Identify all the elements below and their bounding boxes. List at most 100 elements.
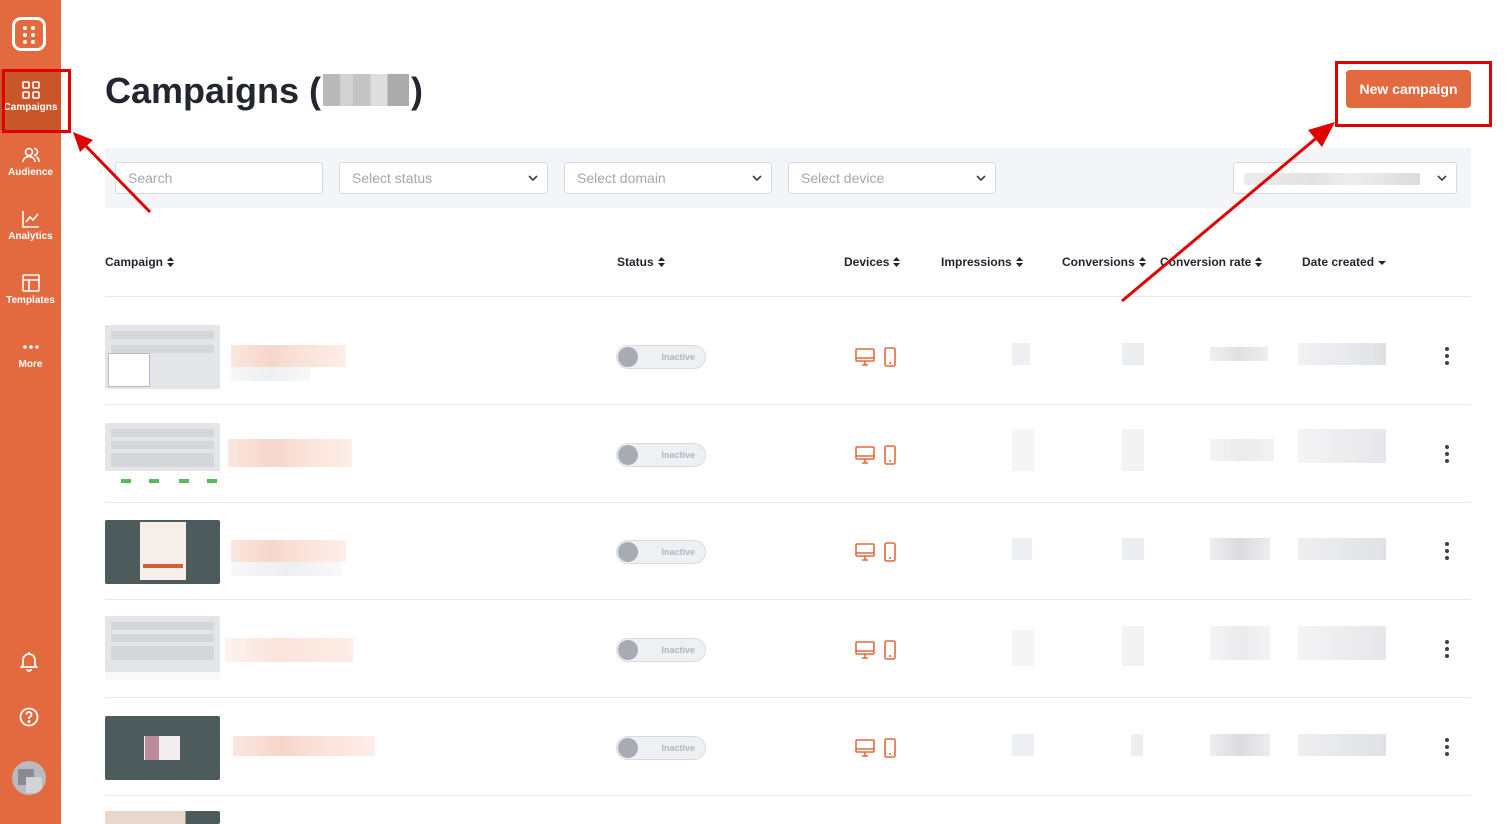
conversion-rate-redacted [1210,439,1274,461]
annotation-box-campaigns [2,69,71,133]
campaign-thumbnail[interactable] [105,811,220,824]
toggle-knob [618,347,638,367]
campaign-thumbnail[interactable] [105,616,220,680]
campaign-thumbnail[interactable] [105,520,220,584]
mobile-icon [884,738,896,758]
column-header-devices[interactable]: Devices [844,255,901,269]
sidebar-item-label: More [18,359,43,370]
status-toggle[interactable]: Inactive [616,540,706,564]
table-row[interactable] [105,796,1471,824]
sidebar-item-analytics[interactable]: Analytics [0,199,61,259]
account-select[interactable] [1233,162,1457,194]
chevron-down-icon [528,175,538,182]
date-created-redacted [1298,734,1386,756]
conversions-redacted [1131,734,1143,756]
arrow-head-new-campaign [1308,122,1335,147]
sidebar-item-audience[interactable]: Audience [0,135,61,195]
conversions-redacted [1122,343,1144,365]
campaign-thumbnail[interactable] [105,325,220,389]
table-row[interactable]: Inactive [105,698,1471,796]
avatar[interactable] [12,761,46,795]
campaign-name-redacted[interactable] [233,736,375,756]
toggle-knob [618,445,638,465]
mobile-icon [884,640,896,660]
column-header-conversion-rate[interactable]: Conversion rate [1160,255,1263,269]
template-icon [21,274,40,292]
filter-bar: Select status Select domain Select devic… [105,148,1471,208]
impressions-redacted [1012,343,1030,365]
status-label: Inactive [661,450,695,460]
campaign-thumbnail[interactable] [105,423,220,487]
date-created-redacted [1298,538,1386,560]
table-row[interactable]: Inactive [105,502,1471,600]
column-header-campaign[interactable]: Campaign [105,255,175,269]
annotation-box-new-campaign [1335,61,1492,127]
search-input[interactable] [115,162,323,194]
status-toggle[interactable]: Inactive [616,345,706,369]
row-actions-kebab-icon[interactable] [1443,445,1451,465]
status-label: Inactive [661,645,695,655]
device-select[interactable]: Select device [788,162,996,194]
status-label: Inactive [661,547,695,557]
campaign-name-redacted[interactable] [225,638,353,662]
page-title: Campaigns () [105,70,424,111]
chevron-down-icon [752,175,762,182]
table-row[interactable]: Inactive [105,405,1471,503]
status-toggle[interactable]: Inactive [616,443,706,467]
mobile-icon [884,542,896,562]
desktop-icon [855,446,875,464]
status-select-placeholder: Select status [352,170,433,186]
campaign-subtitle-redacted [231,562,341,576]
column-header-date-created[interactable]: Date created [1302,255,1387,269]
mobile-icon [884,445,896,465]
campaign-name-redacted[interactable] [228,439,352,467]
column-header-conversions[interactable]: Conversions [1062,255,1146,269]
sidebar-item-label: Analytics [8,231,53,242]
sidebar-item-label: Templates [6,295,55,306]
column-header-status[interactable]: Status [617,255,665,269]
chart-line-icon [21,211,39,228]
row-actions-kebab-icon[interactable] [1443,738,1451,758]
row-actions-kebab-icon[interactable] [1443,640,1451,660]
status-label: Inactive [661,743,695,753]
table-row[interactable]: Inactive [105,600,1471,698]
sort-icon [1138,257,1146,267]
conversion-rate-redacted [1210,538,1270,560]
row-actions-kebab-icon[interactable] [1443,542,1451,562]
campaign-name-redacted[interactable] [231,345,346,367]
bell-icon[interactable] [18,650,40,672]
sidebar-item-label: Audience [7,167,53,178]
sidebar-item-templates[interactable]: Templates [0,263,61,323]
chevron-down-icon [976,175,986,182]
campaign-subtitle-redacted [231,367,311,381]
toggle-knob [618,738,638,758]
desktop-icon [855,348,875,366]
help-icon[interactable] [18,706,40,728]
date-created-redacted [1298,429,1386,463]
table-row[interactable]: Inactive [105,307,1471,405]
sort-icon [1015,257,1023,267]
domain-select[interactable]: Select domain [564,162,772,194]
campaign-count-redacted [323,74,410,106]
conversion-rate-redacted [1210,347,1268,361]
campaign-name-redacted[interactable] [231,540,346,562]
more-dots-icon [22,345,39,349]
status-toggle[interactable]: Inactive [616,638,706,662]
campaign-thumbnail[interactable] [105,716,220,780]
mobile-icon [884,347,896,367]
toggle-knob [618,542,638,562]
impressions-redacted [1012,538,1032,560]
account-select-redacted [1244,173,1420,185]
app-logo-icon[interactable] [12,17,46,51]
status-select[interactable]: Select status [339,162,548,194]
users-icon [21,147,40,163]
sort-icon [657,257,665,267]
sort-icon [1255,257,1263,267]
sidebar-item-more[interactable]: More [0,327,61,387]
conversions-redacted [1122,626,1144,666]
desktop-icon [855,739,875,757]
status-toggle[interactable]: Inactive [616,736,706,760]
column-header-impressions[interactable]: Impressions [941,255,1023,269]
sort-icon [167,257,175,267]
row-actions-kebab-icon[interactable] [1443,347,1451,367]
